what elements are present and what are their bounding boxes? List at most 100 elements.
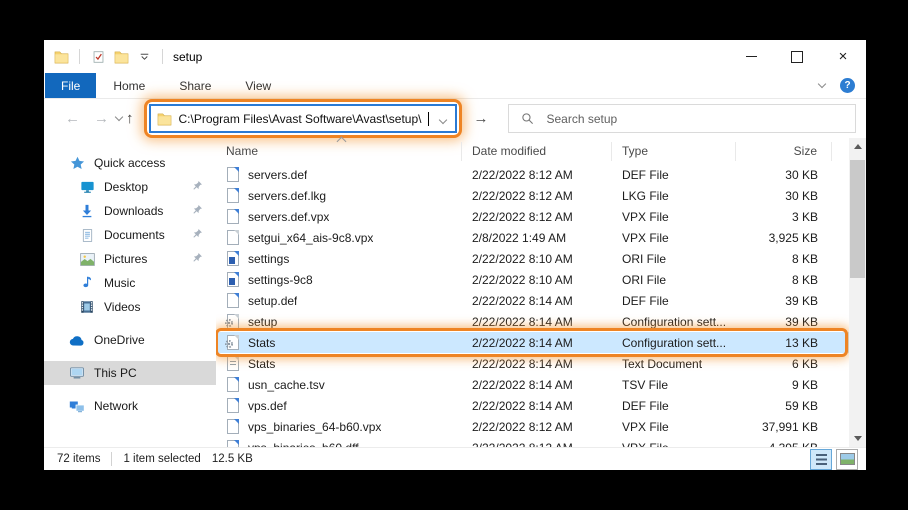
properties-qat-icon[interactable] [90, 49, 106, 65]
file-size: 3,925 KB [736, 231, 832, 245]
file-row[interactable]: vps_binaries_b60.dff 2/22/2022 8:12 AM V… [216, 437, 849, 447]
sidebar-item-this-pc[interactable]: This PC [44, 361, 216, 385]
file-row[interactable]: servers.def.vpx 2/22/2022 8:12 AM VPX Fi… [216, 206, 849, 227]
network-icon [69, 398, 85, 414]
address-path[interactable]: C:\Program Files\Avast Software\Avast\se… [179, 112, 422, 126]
picture-icon [79, 251, 95, 267]
collapse-ribbon-chevron-icon[interactable] [818, 80, 826, 88]
ribbon-tabs: File Home Share View ? [44, 73, 866, 99]
forward-button[interactable]: → [87, 111, 116, 126]
file-size: 9 KB [736, 378, 832, 392]
file-size: 4,395 KB [736, 441, 832, 448]
file-name: servers.def [248, 168, 307, 182]
column-header-size[interactable]: Size [736, 142, 832, 161]
tab-share[interactable]: Share [162, 73, 228, 98]
column-header-date-modified[interactable]: Date modified [462, 142, 612, 161]
sidebar-item-pictures[interactable]: Pictures [44, 247, 216, 271]
vertical-scrollbar[interactable] [849, 138, 866, 447]
file-date-modified: 2/22/2022 8:12 AM [462, 189, 612, 203]
file-size: 6 KB [736, 357, 832, 371]
file-row[interactable]: vps.def 2/22/2022 8:14 AM DEF File 59 KB [216, 395, 849, 416]
close-icon: × [839, 49, 848, 64]
file-row[interactable]: usn_cache.tsv 2/22/2022 8:14 AM TSV File… [216, 374, 849, 395]
file-row[interactable]: settings-9c8 2/22/2022 8:10 AM ORI File … [216, 269, 849, 290]
selection-size: 12.5 KB [212, 453, 253, 465]
new-folder-qat-icon[interactable] [113, 49, 129, 65]
address-bar[interactable]: C:\Program Files\Avast Software\Avast\se… [149, 104, 457, 133]
minimize-button[interactable] [728, 40, 774, 73]
file-type: Configuration sett... [612, 336, 736, 350]
file-row[interactable]: servers.def 2/22/2022 8:12 AM DEF File 3… [216, 164, 849, 185]
file-name-cell: servers.def.vpx [216, 209, 462, 225]
file-date-modified: 2/22/2022 8:12 AM [462, 210, 612, 224]
close-button[interactable]: × [820, 40, 866, 73]
file-row[interactable]: setup.def 2/22/2022 8:14 AM DEF File 39 … [216, 290, 849, 311]
file-row[interactable]: vps_binaries_64-b60.vpx 2/22/2022 8:12 A… [216, 416, 849, 437]
customize-qat-dropdown-icon[interactable] [136, 49, 152, 65]
address-dropdown-chevron-icon[interactable] [438, 115, 446, 123]
file-type: LKG File [612, 189, 736, 203]
file-name: Stats [248, 336, 275, 350]
sidebar-item-downloads[interactable]: Downloads [44, 199, 216, 223]
file-type: Text Document [612, 357, 736, 371]
file-icon [226, 167, 240, 183]
file-name: usn_cache.tsv [248, 378, 325, 392]
file-type: VPX File [612, 441, 736, 448]
file-name: Stats [248, 357, 275, 371]
sidebar-item-quick-access[interactable]: Quick access [44, 151, 216, 175]
sidebar-item-videos[interactable]: Videos [44, 295, 216, 319]
file-list-pane: Name Date modified Type Size servers.def… [216, 138, 849, 447]
scroll-up-button[interactable] [849, 138, 866, 155]
pin-icon [192, 228, 203, 242]
file-type: Configuration sett... [612, 315, 736, 329]
help-icon[interactable]: ? [840, 78, 855, 93]
pin-icon [192, 180, 203, 194]
pin-icon [192, 204, 203, 218]
file-type: ORI File [612, 273, 736, 287]
tab-file[interactable]: File [45, 73, 96, 98]
file-size: 59 KB [736, 399, 832, 413]
maximize-button[interactable] [774, 40, 820, 73]
scroll-down-button[interactable] [849, 430, 866, 447]
column-header-name[interactable]: Name [216, 142, 462, 161]
file-size: 30 KB [736, 189, 832, 203]
thumbnails-view-button[interactable] [836, 449, 858, 470]
file-name-cell: settings-9c8 [216, 272, 462, 288]
titlebar[interactable]: setup × [44, 40, 866, 73]
monitor-icon [79, 179, 95, 195]
file-row[interactable]: settings 2/22/2022 8:10 AM ORI File 8 KB [216, 248, 849, 269]
file-row[interactable]: Stats 2/22/2022 8:14 AM Text Document 6 … [216, 353, 849, 374]
scrollbar-thumb[interactable] [850, 160, 865, 278]
cloud-icon [69, 332, 85, 348]
up-button[interactable]: ↑ [122, 111, 139, 126]
items-count: 72 items [57, 453, 100, 465]
file-row[interactable]: setgui_x64_ais-9c8.vpx 2/8/2022 1:49 AM … [216, 227, 849, 248]
star-icon [69, 155, 85, 171]
file-row[interactable]: setup 2/22/2022 8:14 AM Configuration se… [216, 311, 849, 332]
search-input[interactable] [545, 111, 845, 127]
details-view-button[interactable] [810, 449, 832, 470]
go-to-button[interactable]: → [474, 111, 489, 126]
file-name: setup [248, 315, 277, 329]
sidebar-item-network[interactable]: Network [44, 394, 216, 418]
file-row[interactable]: servers.def.lkg 2/22/2022 8:12 AM LKG Fi… [216, 185, 849, 206]
tab-home[interactable]: Home [96, 73, 162, 98]
file-date-modified: 2/22/2022 8:14 AM [462, 378, 612, 392]
file-ori-icon [226, 272, 240, 288]
file-icon [226, 398, 240, 414]
file-row[interactable]: Stats 2/22/2022 8:14 AM Configuration se… [216, 332, 849, 353]
file-icon [226, 419, 240, 435]
sidebar-item-music[interactable]: Music [44, 271, 216, 295]
column-header-type[interactable]: Type [612, 142, 736, 161]
file-rows: servers.def 2/22/2022 8:12 AM DEF File 3… [216, 164, 849, 447]
sidebar-item-onedrive[interactable]: OneDrive [44, 328, 216, 352]
back-button[interactable]: ← [58, 111, 87, 126]
tab-view[interactable]: View [228, 73, 288, 98]
thumbnails-view-icon [840, 453, 855, 465]
separator [111, 452, 112, 466]
file-name: servers.def.lkg [248, 189, 326, 203]
sidebar-item-desktop[interactable]: Desktop [44, 175, 216, 199]
sidebar-item-documents[interactable]: Documents [44, 223, 216, 247]
file-name-cell: Stats [216, 356, 462, 372]
search-box[interactable] [508, 104, 857, 133]
